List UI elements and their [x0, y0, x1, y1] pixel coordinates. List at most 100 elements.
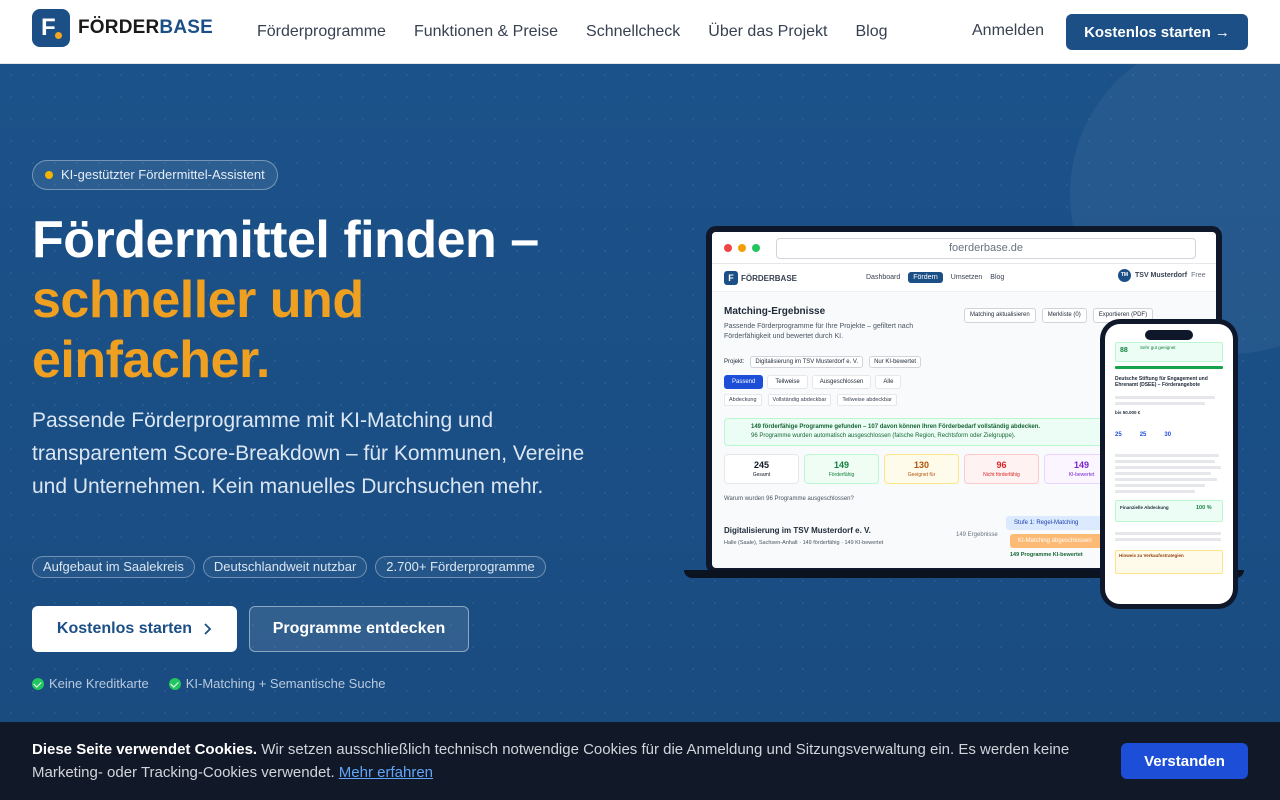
project-card-title: Digitalisierung im TSV Musterdorf e. V. [724, 526, 871, 535]
refresh-matching-action: Matching aktualisieren [964, 308, 1036, 323]
hero-title-line-1: Fördermittel finden – [32, 211, 539, 269]
hero-discover-programs-button[interactable]: Programme entdecken [249, 606, 469, 652]
browser-url: foerderbase.de [776, 238, 1196, 259]
chip-saalekreis: Aufgebaut im Saalekreis [32, 556, 195, 578]
benefit-label: KI-Matching + Semantische Suche [185, 676, 386, 691]
stage-note: 149 Programme KI-bewertet [1010, 552, 1083, 558]
browser-bar: foerderbase.de [712, 232, 1216, 264]
stat-value: 149 [833, 460, 850, 470]
banner-subtitle: 96 Programme wurden automatisch ausgesch… [751, 433, 1016, 439]
phone-score-a: 25 [1115, 432, 1122, 438]
stat-value: 245 [753, 460, 770, 470]
phone-notch [1145, 330, 1193, 340]
stat-label: Nicht förderfähig [983, 472, 1020, 478]
app-user-plan: Free [1191, 272, 1206, 279]
subtab-vollstaendig: Vollständig abdeckbar [767, 394, 832, 406]
hero-badge: KI-gestützter Fördermittel-Assistent [32, 160, 278, 190]
phone-placeholder-line [1115, 402, 1205, 405]
cookie-accept-button[interactable]: Verstanden [1121, 743, 1248, 779]
nav-start-free-button[interactable]: Kostenlos starten → [1066, 14, 1248, 50]
minimize-dot-icon [738, 244, 746, 252]
app-user: TM TSV Musterdorf Free [1118, 269, 1206, 282]
result-tabs: Passend Teilweise Ausgeschlossen Alle [724, 375, 902, 389]
brand-name-part-b: BASE [159, 17, 214, 38]
phone-score: 88 [1120, 347, 1128, 354]
phone-placeholder-line [1115, 454, 1219, 457]
phone-score-tag: Sehr gut geeignet [1140, 345, 1176, 350]
hero-start-free-button[interactable]: Kostenlos starten [32, 606, 237, 652]
cookie-more-link[interactable]: Mehr erfahren [339, 764, 433, 781]
brand-name: FÖRDERBASE [78, 17, 213, 39]
phone-hint: Hinweis zu Verkaufsstrategien [1115, 550, 1223, 574]
phone-screen: 88 Sehr gut geeignet Deutsche Stiftung f… [1105, 324, 1233, 604]
stat-label: Gesamt [752, 472, 771, 478]
phone-score-bar [1115, 366, 1223, 369]
phone-coverage-value: 100 % [1196, 505, 1212, 511]
app-menu-blog: Blog [990, 274, 1005, 281]
brand-name-part-a: FÖRDER [78, 17, 160, 38]
phone-placeholder-line [1115, 532, 1221, 535]
cookie-title: Diese Seite verwendet Cookies. [32, 741, 258, 758]
result-count: 149 Ergebnisse [956, 532, 998, 538]
stat-card: 245 Gesamt [724, 454, 799, 484]
tab-ausgeschlossen: Ausgeschlossen [811, 375, 872, 389]
app-brand: FÖRDERBASE [741, 273, 798, 283]
stats-row: 245 Gesamt 149 Förderfähig 130 Geeignet für 96… [724, 454, 1119, 484]
app-menu-foerdern: Fördern [908, 272, 943, 283]
phone-score-breakdown: 25 25 30 [1115, 432, 1225, 438]
matching-title: Matching-Ergebnisse [724, 306, 826, 317]
main-menu: Förderprogramme Funktionen & Preise Schn… [257, 0, 888, 64]
hero-section: KI-gestützter Fördermittel-Assistent För… [0, 64, 1280, 800]
stat-label: Förderfähig [828, 472, 855, 478]
phone-coverage-label: Finanzielle Abdeckung [1120, 505, 1169, 510]
matching-subtitle: Passende Förderprogramme für Ihre Projek… [724, 323, 914, 340]
app-nav: F FÖRDERBASE Dashboard Fördern Umsetzen B… [712, 264, 1216, 292]
top-navigation: F FÖRDERBASE Förderprogramme Funktionen … [0, 0, 1280, 64]
app-menu-dashboard: Dashboard [866, 274, 901, 281]
chip-programme-count: 2.700+ Förderprogramme [375, 556, 546, 578]
app-user-name: TSV Musterdorf [1135, 272, 1188, 279]
nav-link-ueber-das-projekt[interactable]: Über das Projekt [708, 23, 827, 41]
phone-score-b: 25 [1139, 432, 1147, 438]
stat-card: 149 Förderfähig [804, 454, 879, 484]
benefit-item: KI-Matching + Semantische Suche [168, 676, 386, 691]
stat-value: 149 [1073, 460, 1090, 470]
phone-score-c: 30 [1164, 432, 1172, 438]
hero-title-line-3: einfacher. [32, 331, 270, 389]
nav-link-schnellcheck[interactable]: Schnellcheck [586, 23, 680, 41]
benefit-label: Keine Kreditkarte [49, 676, 149, 691]
app-menu-umsetzen: Umsetzen [950, 274, 983, 281]
chevron-right-icon [204, 623, 212, 635]
login-link[interactable]: Anmelden [972, 22, 1044, 40]
cookie-text: Diese Seite verwendet Cookies. Wir setze… [32, 738, 1092, 784]
ki-filter: Nur KI-bewertet [869, 356, 922, 368]
phone-placeholder-line [1115, 484, 1205, 487]
hero-title: Fördermittel finden – schneller und einf… [32, 210, 632, 390]
hero-title-line-2: schneller und [32, 271, 364, 329]
brand-logo[interactable]: F FÖRDERBASE [32, 9, 213, 47]
nav-link-blog[interactable]: Blog [855, 23, 887, 41]
nav-link-foerderprogramme[interactable]: Förderprogramme [257, 23, 386, 41]
tab-alle: Alle [875, 375, 902, 389]
cookie-banner: Diese Seite verwendet Cookies. Wir setze… [0, 722, 1280, 800]
chip-deutschlandweit: Deutschlandweit nutzbar [202, 556, 368, 578]
avatar: TM [1118, 269, 1131, 282]
project-card-meta: Halle (Saale), Sachsen-Anhalt · 149 förd… [724, 540, 884, 546]
close-dot-icon [724, 244, 732, 252]
subtab-abdeckung: Abdeckung [724, 394, 762, 406]
phone-amount: bis 50.000 € [1115, 410, 1141, 415]
stat-label: Geeignet für [907, 472, 936, 478]
nav-link-funktionen-preise[interactable]: Funktionen & Preise [414, 23, 558, 41]
watchlist-action: Merkliste (0) [1041, 308, 1087, 323]
tab-teilweise: Teilweise [767, 375, 808, 389]
coverage-tabs: Abdeckung Vollständig abdeckbar Teilweis… [724, 394, 897, 406]
check-circle-icon [168, 677, 181, 690]
stat-card: 130 Geeignet für [884, 454, 959, 484]
hero-lead: Passende Förderprogramme mit KI-Matching… [32, 409, 585, 498]
phone-program-title: Deutsche Stiftung für Engagement und Ehr… [1115, 376, 1208, 388]
app-menu: Dashboard Fördern Umsetzen Blog [866, 272, 1004, 283]
phone-placeholder-line [1115, 460, 1215, 463]
phone-score-card: 88 Sehr gut geeignet [1115, 342, 1223, 362]
project-select: Digitalisierung im TSV Musterdorf e. V. [750, 356, 864, 368]
stat-value: 96 [996, 460, 1007, 470]
